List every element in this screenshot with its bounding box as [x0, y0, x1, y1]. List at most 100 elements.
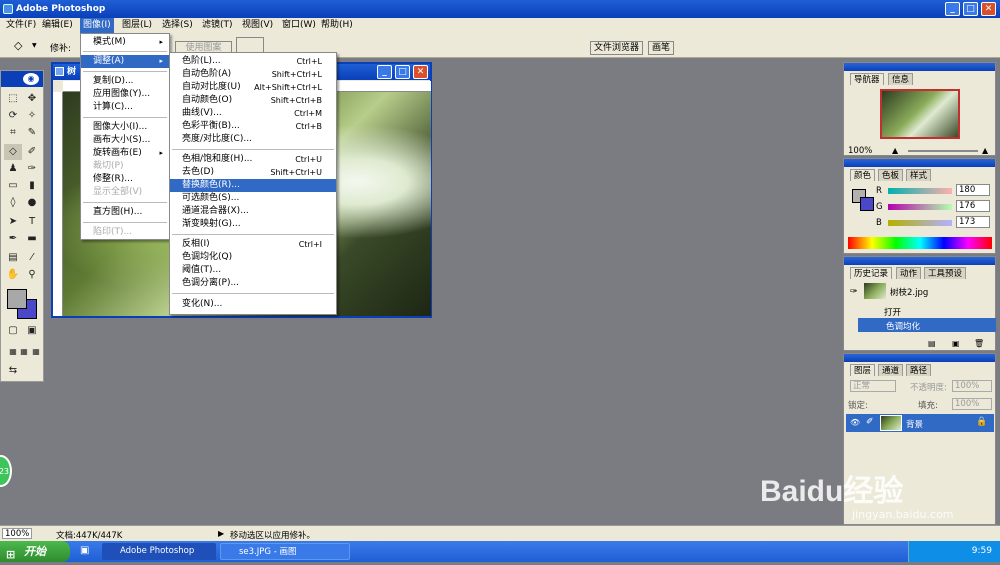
- menu-item-mode[interactable]: 模式(M) ▸: [81, 36, 169, 49]
- tab-brushes[interactable]: 画笔: [648, 41, 675, 55]
- menu-filter[interactable]: 滤镜(T): [199, 18, 236, 33]
- tab-styles[interactable]: 样式: [906, 169, 932, 181]
- status-arrow-icon[interactable]: ▶: [218, 529, 224, 538]
- menu-item-levels[interactable]: 色阶(L)... Ctrl+L: [170, 55, 336, 68]
- slice-icon[interactable]: ✎: [23, 125, 41, 141]
- type-icon[interactable]: T: [23, 214, 41, 230]
- tab-swatches[interactable]: 色板: [878, 169, 904, 181]
- tab-channels[interactable]: 通道: [878, 364, 904, 376]
- history-brush-source-icon[interactable]: ✑: [850, 287, 858, 297]
- b-slider[interactable]: [888, 220, 952, 226]
- navigator-thumbnail[interactable]: [880, 89, 960, 139]
- snapshot-thumbnail[interactable]: [864, 283, 886, 299]
- brush-icon[interactable]: ✐: [23, 144, 41, 160]
- patch-tool-icon[interactable]: ◇: [4, 144, 22, 160]
- status-doc-size[interactable]: 文档:447K/447K: [56, 529, 122, 541]
- side-badge[interactable]: 23: [0, 455, 12, 487]
- menu-item-curves[interactable]: 曲线(V)... Ctrl+M: [170, 107, 336, 120]
- eraser-icon[interactable]: ▭: [4, 178, 22, 194]
- doc-maximize-button[interactable]: □: [395, 65, 410, 79]
- menu-item-canvas-size[interactable]: 画布大小(S)...: [81, 134, 169, 147]
- menu-item-histogram[interactable]: 直方图(H)...: [81, 206, 169, 219]
- pen-icon[interactable]: ✒: [4, 231, 22, 247]
- menu-item-replace-color[interactable]: 替换颜色(R)...: [170, 179, 336, 192]
- path-select-icon[interactable]: ➤: [4, 214, 22, 230]
- menu-window[interactable]: 窗口(W): [279, 18, 319, 33]
- color-background-swatch[interactable]: [860, 197, 874, 211]
- status-zoom[interactable]: 100%: [2, 528, 32, 539]
- tab-file-browser[interactable]: 文件浏览器: [590, 41, 644, 55]
- tab-color[interactable]: 颜色: [850, 169, 876, 181]
- tab-layers[interactable]: 图层: [850, 364, 876, 376]
- adobe-eye-icon[interactable]: ◉: [23, 73, 39, 85]
- history-step-open[interactable]: 打开: [884, 306, 901, 318]
- foreground-color-swatch-front[interactable]: [7, 289, 27, 309]
- menu-item-calculations[interactable]: 计算(C)...: [81, 101, 169, 114]
- marquee-icon[interactable]: ⬚: [4, 91, 22, 107]
- menu-item-brightness-contrast[interactable]: 亮度/对比度(C)...: [170, 133, 336, 146]
- zoom-icon[interactable]: ⚲: [23, 267, 41, 283]
- new-snapshot-icon[interactable]: ▣: [952, 339, 960, 348]
- menu-item-gradient-map[interactable]: 渐变映射(G)...: [170, 218, 336, 231]
- menu-view[interactable]: 视图(V): [239, 18, 276, 33]
- history-brush-icon[interactable]: ✑: [23, 161, 41, 177]
- menu-item-channel-mixer[interactable]: 通道混合器(X)...: [170, 205, 336, 218]
- layer-thumbnail[interactable]: [880, 415, 902, 431]
- navigator-zoom[interactable]: 100%: [848, 146, 872, 156]
- tab-history[interactable]: 历史记录: [850, 267, 893, 279]
- b-value[interactable]: 173: [956, 216, 990, 228]
- menu-item-equalize[interactable]: 色调均化(Q): [170, 251, 336, 264]
- r-slider[interactable]: [888, 188, 952, 194]
- delete-state-icon[interactable]: 🗑: [974, 339, 984, 348]
- show-desktop-icon[interactable]: ▣: [80, 545, 89, 556]
- patch-tool-icon[interactable]: ◇: [14, 39, 22, 52]
- r-value[interactable]: 180: [956, 184, 990, 196]
- menu-item-auto-color[interactable]: 自动颜色(O) Shift+Ctrl+B: [170, 94, 336, 107]
- menu-item-posterize[interactable]: 色调分离(P)...: [170, 277, 336, 290]
- menu-item-rotate-canvas[interactable]: 旋转画布(E) ▸: [81, 147, 169, 160]
- notes-icon[interactable]: ▤: [4, 250, 22, 266]
- maximize-button[interactable]: □: [963, 2, 978, 16]
- menu-item-desaturate[interactable]: 去色(D) Shift+Ctrl+U: [170, 166, 336, 179]
- menu-file[interactable]: 文件(F): [3, 18, 39, 33]
- move-icon[interactable]: ✥: [23, 91, 41, 107]
- eyedropper-icon[interactable]: ⁄: [23, 250, 41, 266]
- g-value[interactable]: 176: [956, 200, 990, 212]
- start-button[interactable]: ⊞ 开始: [0, 541, 70, 562]
- task-paint[interactable]: se3.JPG - 画图: [220, 543, 350, 560]
- menu-select[interactable]: 选择(S): [159, 18, 196, 33]
- tab-actions[interactable]: 动作: [896, 267, 922, 279]
- menu-item-threshold[interactable]: 阈值(T)...: [170, 264, 336, 277]
- layer-name[interactable]: 背景: [906, 418, 923, 430]
- quickmask-mode-icon[interactable]: ▣: [23, 323, 41, 339]
- screen-mode-full-icon[interactable]: ▦: [27, 344, 45, 360]
- eye-icon[interactable]: 👁: [850, 418, 860, 427]
- fill-field[interactable]: 100%: [952, 398, 992, 410]
- menu-image[interactable]: 图像(I): [80, 18, 114, 33]
- zoom-out-icon[interactable]: ▲: [892, 147, 902, 155]
- menu-item-invert[interactable]: 反相(I) Ctrl+I: [170, 238, 336, 251]
- color-spectrum-bar[interactable]: [848, 237, 992, 249]
- chevron-down-icon[interactable]: ▼: [32, 42, 37, 49]
- stamp-icon[interactable]: ♟: [4, 161, 22, 177]
- menu-item-auto-contrast[interactable]: 自动对比度(U) Alt+Shift+Ctrl+L: [170, 81, 336, 94]
- zoom-in-icon[interactable]: ▲: [982, 147, 988, 155]
- menu-edit[interactable]: 编辑(E): [39, 18, 76, 33]
- menu-item-selective-color[interactable]: 可选颜色(S)...: [170, 192, 336, 205]
- tab-navigator[interactable]: 导航器: [850, 73, 884, 85]
- lasso-icon[interactable]: ⟳: [4, 108, 22, 124]
- standard-mode-icon[interactable]: ▢: [4, 323, 22, 339]
- tab-tool-presets[interactable]: 工具预设: [924, 267, 967, 279]
- crop-icon[interactable]: ⌗: [4, 125, 22, 141]
- menu-layer[interactable]: 图层(L): [119, 18, 155, 33]
- hand-icon[interactable]: ✋: [4, 267, 22, 283]
- menu-item-color-balance[interactable]: 色彩平衡(B)... Ctrl+B: [170, 120, 336, 133]
- opacity-field[interactable]: 100%: [952, 380, 992, 392]
- history-step-equalize-row[interactable]: [858, 318, 996, 332]
- history-step-equalize[interactable]: 色调均化: [886, 320, 920, 332]
- gradient-icon[interactable]: ▮: [23, 178, 41, 194]
- close-button[interactable]: ✕: [981, 2, 996, 16]
- menu-item-hue-saturation[interactable]: 色相/饱和度(H)... Ctrl+U: [170, 153, 336, 166]
- magic-wand-icon[interactable]: ✧: [23, 108, 41, 124]
- tab-paths[interactable]: 路径: [906, 364, 932, 376]
